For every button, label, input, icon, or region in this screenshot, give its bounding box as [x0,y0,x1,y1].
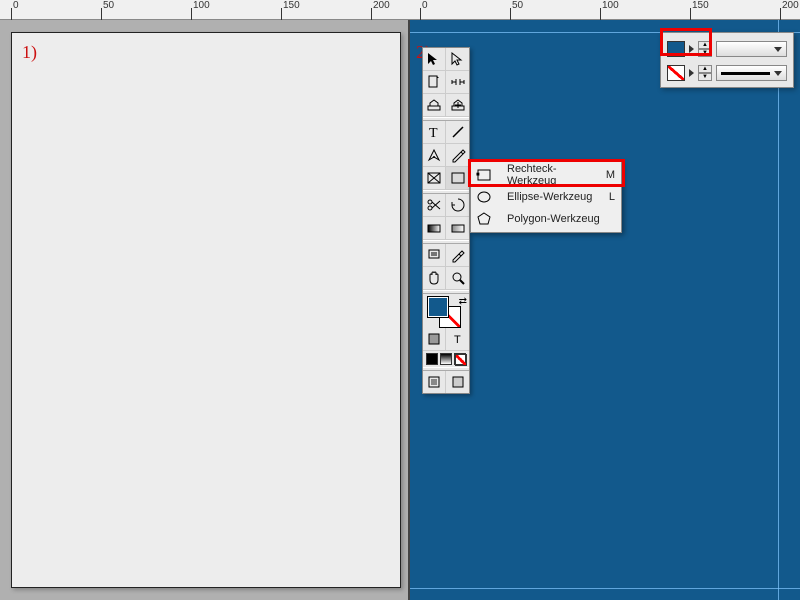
rectangle-tool[interactable] [446,167,469,189]
guide-vertical[interactable] [778,20,779,600]
flyout-item-label: Rechteck-Werkzeug [507,163,600,187]
swatches-panel[interactable]: ▲▼ ▲▼ [660,32,794,88]
formatting-container-button[interactable] [423,328,446,350]
ruler-tick-label: 0 [422,0,428,11]
rectangle-icon [477,168,491,182]
annotation-1: 1) [22,42,37,63]
pane-divider[interactable] [408,20,410,600]
ruler-tick-label: 200 [373,0,390,11]
gradient-feather-tool[interactable] [446,217,469,239]
ruler-tick-label: 100 [602,0,619,11]
pencil-tool[interactable] [446,144,469,166]
dropdown-icon [774,71,782,76]
flyout-item-shortcut: M [606,169,615,181]
ruler-tick-label: 50 [512,0,523,11]
content-placer-tool[interactable] [446,94,469,116]
ruler-tick-label: 0 [13,0,19,11]
flyout-item-polygon[interactable]: Polygon-Werkzeug [471,208,621,230]
line-tool[interactable] [446,121,469,143]
tint-field[interactable] [716,41,787,57]
svg-text:T: T [454,334,461,346]
normal-view-button[interactable] [423,371,446,393]
ruler-tick-label: 200 [782,0,799,11]
default-swatches [423,351,469,367]
formatting-text-button[interactable]: T [446,328,469,350]
weight-stepper[interactable]: ▲▼ [698,65,712,81]
page-tool[interactable] [423,71,446,93]
type-tool[interactable]: T [423,121,446,143]
flyout-item-label: Ellipse-Werkzeug [507,191,603,203]
content-collector-tool[interactable] [423,94,446,116]
flyout-item-rectangle[interactable]: Rechteck-Werkzeug M [471,164,621,186]
direct-selection-tool[interactable] [446,48,469,70]
rectangle-frame-tool[interactable] [423,167,446,189]
ruler-tick-label: 50 [103,0,114,11]
flyout-item-ellipse[interactable]: Ellipse-Werkzeug L [471,186,621,208]
left-pane: 1) [0,20,408,600]
ruler-tick-label: 150 [692,0,709,11]
ruler-tick-label: 150 [283,0,300,11]
pen-tool[interactable] [423,144,446,166]
selection-tool[interactable] [423,48,446,70]
apply-none[interactable] [454,353,466,365]
guide-horizontal[interactable] [408,588,800,589]
eyedropper-tool[interactable] [446,244,469,266]
note-tool[interactable] [423,244,446,266]
ellipse-icon [477,190,491,204]
apply-color-black[interactable] [426,353,438,365]
ruler-horizontal: 0 50 100 150 200 0 50 100 150 200 [0,0,800,20]
svg-text:T: T [429,126,438,140]
flyout-item-label: Polygon-Werkzeug [507,213,609,225]
swap-fill-stroke-icon[interactable]: ⇄ [459,296,467,307]
scissors-tool[interactable] [423,194,446,216]
preview-view-button[interactable] [446,371,469,393]
ruler-tick-label: 100 [193,0,210,11]
flyout-arrow-icon[interactable] [689,45,694,53]
fill-stroke-proxy[interactable]: ⇄ [423,294,469,328]
zoom-tool[interactable] [446,267,469,289]
polygon-icon [477,212,491,226]
dropdown-icon [774,47,782,52]
panel-fill-swatch[interactable] [667,41,685,57]
right-pane: 2) T [408,20,800,600]
flyout-item-shortcut: L [609,191,615,203]
gap-tool[interactable] [446,71,469,93]
shape-tool-flyout[interactable]: Rechteck-Werkzeug M Ellipse-Werkzeug L P… [470,161,622,233]
fill-swatch[interactable] [427,296,449,318]
tint-stepper[interactable]: ▲▼ [698,41,712,57]
apply-gradient[interactable] [440,353,452,365]
gradient-swatch-tool[interactable] [423,217,446,239]
free-transform-tool[interactable] [446,194,469,216]
hand-tool[interactable] [423,267,446,289]
toolbox-panel[interactable]: T ⇄ [422,47,470,394]
flyout-arrow-icon[interactable] [689,69,694,77]
artboard[interactable] [11,32,401,588]
panel-stroke-swatch[interactable] [667,65,685,81]
stroke-style-dropdown[interactable] [716,65,787,81]
